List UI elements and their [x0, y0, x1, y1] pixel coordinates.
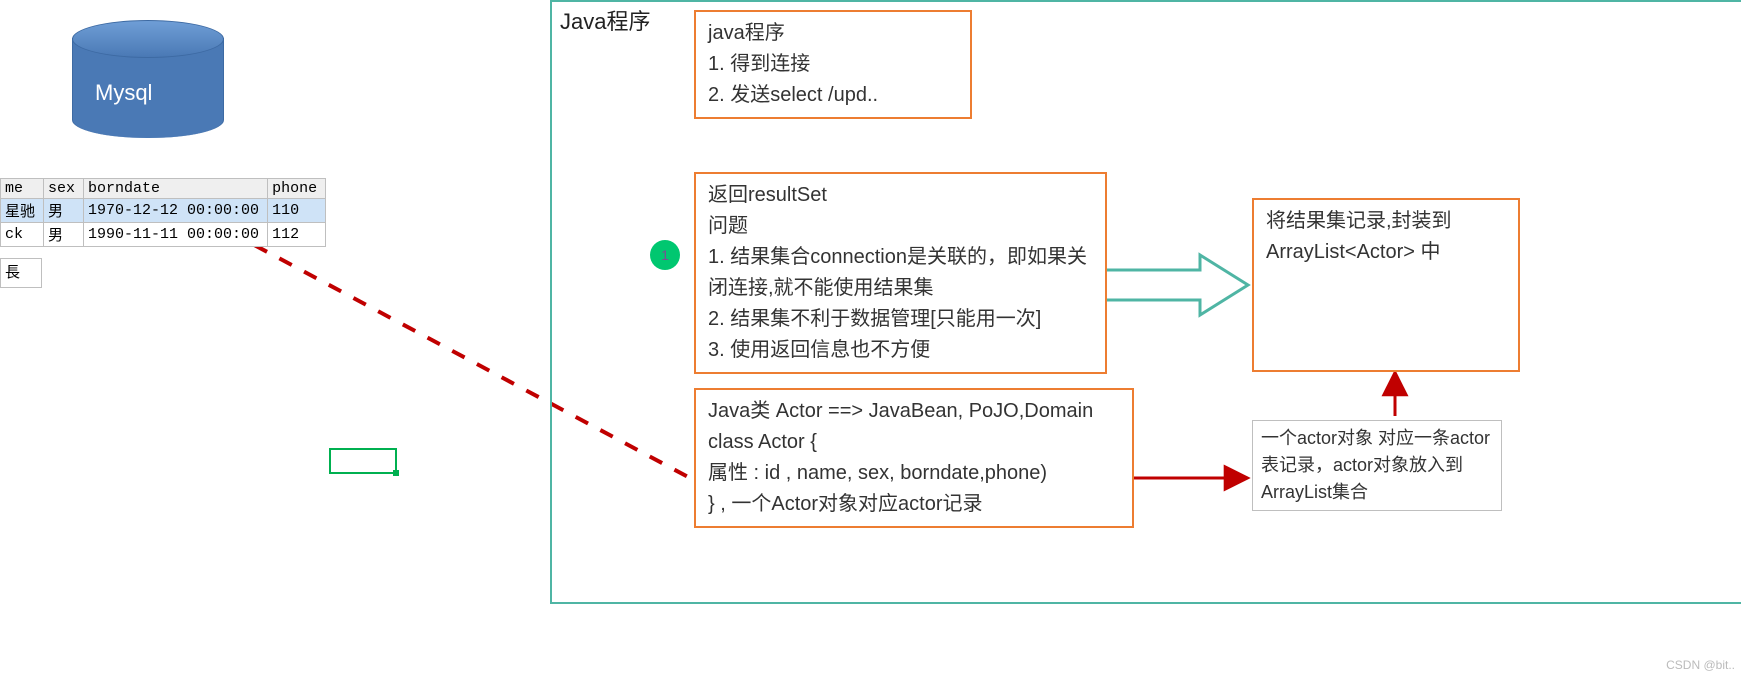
- cell-name: 星驰: [1, 199, 44, 223]
- col-name: me: [1, 179, 44, 199]
- box-steps-l2: 1. 得到连接: [708, 49, 958, 80]
- watermark: CSDN @bit..: [1666, 658, 1735, 672]
- col-borndate: borndate: [84, 179, 268, 199]
- table-row: 星驰 男 1970-12-12 00:00:00 110: [1, 199, 326, 223]
- cell-sex: 男: [44, 199, 84, 223]
- box3-l4: } , 一个Actor对象对应actor记录: [708, 489, 1120, 520]
- cell-name: ck: [1, 223, 44, 247]
- box3-l2: class Actor {: [708, 427, 1120, 458]
- box-mapping-note: 一个actor对象 对应一条actor表记录，actor对象放入到ArrayLi…: [1252, 420, 1502, 511]
- box3-l3: 属性 : id , name, sex, borndate,phone): [708, 458, 1120, 489]
- box2-l1: 返回resultSet: [708, 180, 1093, 211]
- step-marker-1: 1: [650, 240, 680, 270]
- selection-handle-rect: [329, 448, 397, 474]
- cell-phone: 112: [268, 223, 326, 247]
- box-steps-l1: java程序: [708, 18, 958, 49]
- cell-phone: 110: [268, 199, 326, 223]
- truncated-box-text: 長: [5, 264, 20, 281]
- box2-l5: 3. 使用返回信息也不方便: [708, 335, 1093, 366]
- col-phone: phone: [268, 179, 326, 199]
- gbox-text: 一个actor对象 对应一条actor表记录，actor对象放入到ArrayLi…: [1261, 428, 1490, 502]
- mysql-cylinder-top: [72, 20, 224, 58]
- table-header-row: me sex borndate phone: [1, 179, 326, 199]
- truncated-box: 長: [0, 258, 42, 288]
- table-row: ck 男 1990-11-11 00:00:00 112: [1, 223, 326, 247]
- box-arraylist: 将结果集记录,封装到 ArrayList<Actor> 中: [1252, 198, 1520, 372]
- col-sex: sex: [44, 179, 84, 199]
- box-steps: java程序 1. 得到连接 2. 发送select /upd..: [694, 10, 972, 119]
- java-program-label: Java程序: [560, 4, 650, 36]
- cell-sex: 男: [44, 223, 84, 247]
- cell-borndate: 1990-11-11 00:00:00: [84, 223, 268, 247]
- box-resultset-problems: 返回resultSet 问题 1. 结果集合connection是关联的，即如果…: [694, 172, 1107, 374]
- actor-table: me sex borndate phone 星驰 男 1970-12-12 00…: [0, 178, 326, 247]
- box-steps-l3: 2. 发送select /upd..: [708, 80, 958, 111]
- box4-l1: 将结果集记录,封装到: [1266, 206, 1506, 237]
- box-actor-class: Java类 Actor ==> JavaBean, PoJO,Domain cl…: [694, 388, 1134, 528]
- mysql-label: Mysql: [95, 80, 152, 106]
- box4-l2: ArrayList<Actor> 中: [1266, 237, 1506, 268]
- box3-l1: Java类 Actor ==> JavaBean, PoJO,Domain: [708, 396, 1120, 427]
- cell-borndate: 1970-12-12 00:00:00: [84, 199, 268, 223]
- box2-l3: 1. 结果集合connection是关联的，即如果关闭连接,就不能使用结果集: [708, 242, 1093, 304]
- box2-l4: 2. 结果集不利于数据管理[只能用一次]: [708, 304, 1093, 335]
- box2-l2: 问题: [708, 211, 1093, 242]
